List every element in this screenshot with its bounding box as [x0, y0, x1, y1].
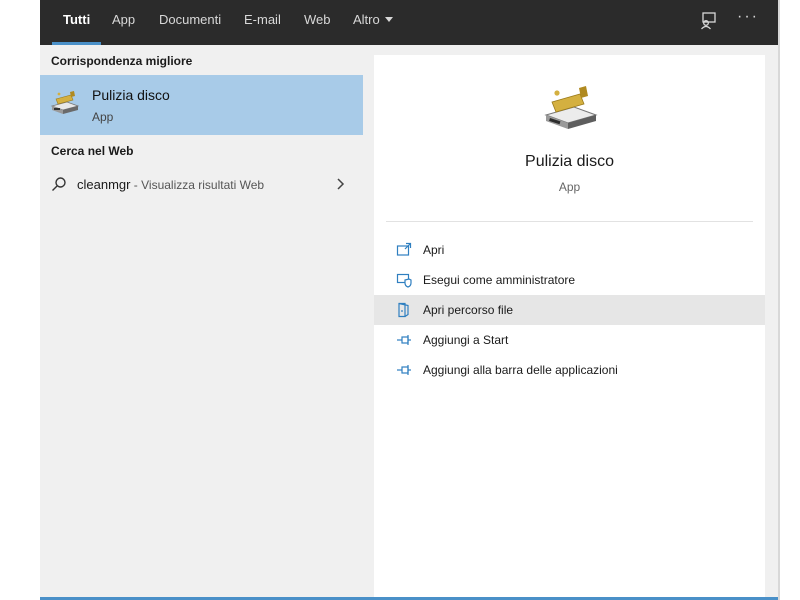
caret-down-icon	[384, 17, 393, 22]
run-as-admin-icon	[396, 272, 412, 288]
action-open[interactable]: Apri	[374, 235, 765, 265]
best-match-title: Pulizia disco	[92, 87, 170, 103]
search-icon	[51, 176, 67, 192]
action-pin-to-taskbar[interactable]: Aggiungi alla barra delle applicazioni	[374, 355, 765, 385]
tab-web[interactable]: Web	[304, 0, 331, 45]
best-match-item[interactable]: Pulizia disco App	[40, 75, 363, 135]
filter-bar: Tutti App Documenti E-mail Web Altro ···	[40, 0, 778, 45]
chevron-right-icon[interactable]	[335, 177, 345, 191]
web-search-query: cleanmgr	[77, 177, 131, 192]
more-options-icon[interactable]: ···	[737, 8, 759, 26]
action-run-as-admin[interactable]: Esegui come amministratore	[374, 265, 765, 295]
open-icon	[396, 242, 412, 258]
disk-cleanup-icon	[50, 90, 80, 116]
preview-panel: Pulizia disco App Apri Esegui come ammin…	[374, 55, 765, 598]
action-open-file-location[interactable]: Apri percorso file	[374, 295, 765, 325]
preview-subtitle: App	[558, 180, 581, 194]
preview-title: Pulizia disco	[525, 153, 614, 170]
action-pin-to-start-label: Aggiungi a Start	[423, 333, 509, 347]
action-pin-to-taskbar-label: Aggiungi alla barra delle applicazioni	[423, 363, 618, 377]
search-window: Tutti App Documenti E-mail Web Altro ···…	[40, 0, 778, 598]
tab-all[interactable]: Tutti	[51, 0, 102, 45]
file-location-icon	[396, 302, 412, 318]
feedback-icon[interactable]	[698, 11, 720, 31]
action-open-label: Apri	[423, 243, 445, 257]
tab-more-label: Altro	[353, 12, 380, 27]
web-search-suffix: - Visualizza risultati Web	[130, 178, 265, 192]
tab-email[interactable]: E-mail	[244, 0, 281, 45]
tab-documents[interactable]: Documenti	[159, 0, 221, 45]
results-list: Corrispondenza migliore Pulizia disco Ap…	[40, 45, 363, 598]
best-match-heading: Corrispondenza migliore	[51, 54, 193, 68]
tab-apps[interactable]: App	[112, 0, 135, 45]
pin-icon	[396, 332, 412, 348]
disk-cleanup-large-icon	[542, 85, 600, 131]
web-search-heading: Cerca nel Web	[51, 144, 134, 158]
divider	[386, 221, 753, 222]
action-open-file-location-label: Apri percorso file	[423, 303, 514, 317]
window-edge	[778, 0, 780, 600]
action-pin-to-start[interactable]: Aggiungi a Start	[374, 325, 765, 355]
tab-more[interactable]: Altro	[353, 0, 393, 45]
web-search-item[interactable]: cleanmgr - Visualizza risultati Web	[40, 170, 363, 200]
best-match-subtitle: App	[92, 110, 114, 124]
action-run-as-admin-label: Esegui come amministratore	[423, 273, 576, 287]
web-search-text: cleanmgr - Visualizza risultati Web	[77, 177, 264, 192]
pin-icon	[396, 362, 412, 378]
